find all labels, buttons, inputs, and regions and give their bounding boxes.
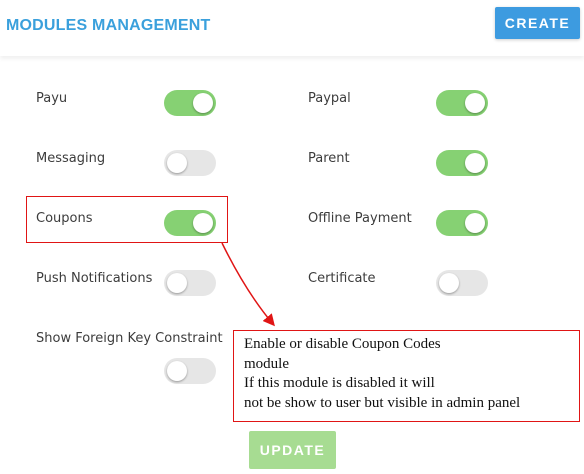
annotation-tooltip: Enable or disable Coupon Codes module If…: [233, 330, 580, 422]
annotation-line: module: [244, 355, 289, 372]
update-button[interactable]: UPDATE: [249, 431, 336, 469]
annotation-line: If this module is disabled it will: [244, 375, 435, 391]
annotation-line: not be show to user but visible in admin…: [244, 394, 521, 411]
annotation-line: Enable or disable Coupon Codes: [244, 336, 441, 352]
